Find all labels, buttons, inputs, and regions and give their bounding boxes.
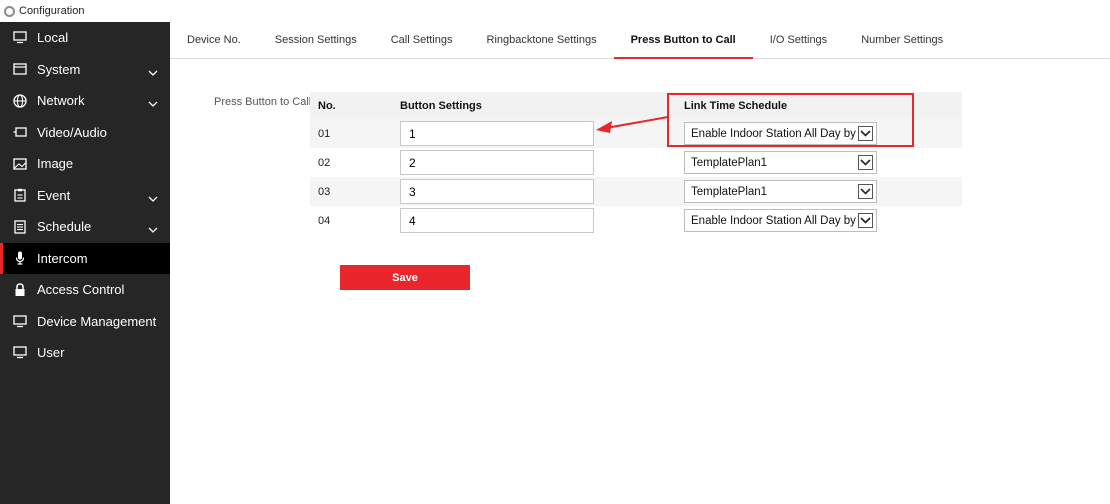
- row-number: 02: [318, 156, 331, 169]
- row-number: 04: [318, 214, 331, 227]
- column-header-button-settings: Button Settings: [400, 99, 482, 112]
- schedule-select-value: Enable Indoor Station All Day by Default: [691, 214, 859, 227]
- video-icon: [12, 124, 28, 140]
- button-setting-cell: 3: [400, 179, 684, 204]
- globe-icon: [12, 93, 28, 109]
- schedule-select-value: TemplatePlan1: [691, 156, 768, 169]
- sidebar-item-intercom[interactable]: Intercom: [0, 242, 170, 274]
- schedule-icon: [12, 219, 28, 235]
- sidebar: Local System Network Video/Audio Image E…: [0, 22, 170, 504]
- button-setting-cell: 4: [400, 208, 684, 233]
- annotation-arrow-icon: [596, 116, 669, 133]
- event-icon: [12, 187, 28, 203]
- sidebar-item-event[interactable]: Event: [0, 180, 170, 212]
- section-label: Press Button to Call: [214, 96, 312, 108]
- schedule-cell: TemplatePlan1: [684, 151, 962, 174]
- sidebar-item-label: User: [37, 345, 65, 361]
- window-title: Configuration: [19, 5, 85, 17]
- button-setting-cell: 2: [400, 150, 684, 175]
- sidebar-item-label: Intercom: [37, 250, 88, 266]
- schedule-cell: TemplatePlan1: [684, 180, 962, 203]
- save-button[interactable]: Save: [340, 265, 470, 290]
- sidebar-item-label: Access Control: [37, 282, 125, 298]
- microphone-icon: [12, 250, 28, 266]
- monitor-icon: [12, 30, 28, 46]
- sidebar-item-schedule[interactable]: Schedule: [0, 211, 170, 243]
- schedule-cell: Enable Indoor Station All Day by Default: [684, 209, 962, 232]
- sidebar-item-device-management[interactable]: Device Management: [0, 306, 170, 338]
- table-row: 04 4 Enable Indoor Station All Day by De…: [310, 206, 962, 235]
- sidebar-item-label: Video/Audio: [37, 124, 107, 140]
- button-setting-input[interactable]: 2: [400, 150, 594, 175]
- lock-icon: [12, 282, 28, 298]
- button-setting-input[interactable]: 3: [400, 179, 594, 204]
- monitor-icon: [12, 345, 28, 361]
- chevron-down-icon: [858, 155, 873, 170]
- annotation-highlight-box: [667, 93, 914, 147]
- system-icon: [12, 61, 28, 77]
- sidebar-item-label: Local: [37, 30, 69, 46]
- sidebar-item-label: Network: [37, 93, 85, 109]
- chevron-down-icon: [148, 64, 158, 79]
- button-setting-input[interactable]: 4: [400, 208, 594, 233]
- monitor-icon: [12, 313, 28, 329]
- schedule-select[interactable]: Enable Indoor Station All Day by Default: [684, 209, 877, 232]
- tab-session-settings[interactable]: Session Settings: [258, 22, 374, 58]
- table-row: 02 2 TemplatePlan1: [310, 148, 962, 177]
- sidebar-item-label: Image: [37, 156, 74, 172]
- schedule-select[interactable]: TemplatePlan1: [684, 180, 877, 203]
- sidebar-item-system[interactable]: System: [0, 54, 170, 86]
- column-header-no: No.: [318, 99, 336, 112]
- window-titlebar: Configuration: [0, 0, 1110, 22]
- image-icon: [12, 156, 28, 172]
- chevron-down-icon: [148, 95, 158, 110]
- schedule-select[interactable]: TemplatePlan1: [684, 151, 877, 174]
- button-setting-input[interactable]: 1: [400, 121, 594, 146]
- sidebar-item-label: Event: [37, 187, 71, 203]
- table-row: 03 3 TemplatePlan1: [310, 177, 962, 206]
- gear-icon: [4, 5, 15, 17]
- chevron-down-icon: [858, 213, 873, 228]
- chevron-down-icon: [148, 221, 158, 236]
- row-number: 03: [318, 185, 331, 198]
- schedule-select-value: TemplatePlan1: [691, 185, 768, 198]
- sidebar-item-label: Schedule: [37, 219, 92, 235]
- tab-number-settings[interactable]: Number Settings: [844, 22, 960, 58]
- chevron-down-icon: [148, 190, 158, 205]
- sidebar-item-label: System: [37, 61, 81, 77]
- sidebar-item-local[interactable]: Local: [0, 22, 170, 54]
- settings-tabs: Device No. Session Settings Call Setting…: [170, 22, 1110, 59]
- sidebar-item-access-control[interactable]: Access Control: [0, 274, 170, 306]
- sidebar-item-label: Device Management: [37, 313, 157, 329]
- tab-io-settings[interactable]: I/O Settings: [753, 22, 844, 58]
- tab-ringbacktone-settings[interactable]: Ringbacktone Settings: [470, 22, 614, 58]
- sidebar-item-image[interactable]: Image: [0, 148, 170, 180]
- tab-press-button-to-call[interactable]: Press Button to Call: [613, 22, 753, 59]
- chevron-down-icon: [858, 184, 873, 199]
- tab-call-settings[interactable]: Call Settings: [374, 22, 470, 58]
- sidebar-item-video-audio[interactable]: Video/Audio: [0, 117, 170, 149]
- sidebar-item-user[interactable]: User: [0, 337, 170, 369]
- tab-device-no[interactable]: Device No.: [170, 22, 258, 58]
- sidebar-item-network[interactable]: Network: [0, 85, 170, 117]
- row-number: 01: [318, 127, 331, 140]
